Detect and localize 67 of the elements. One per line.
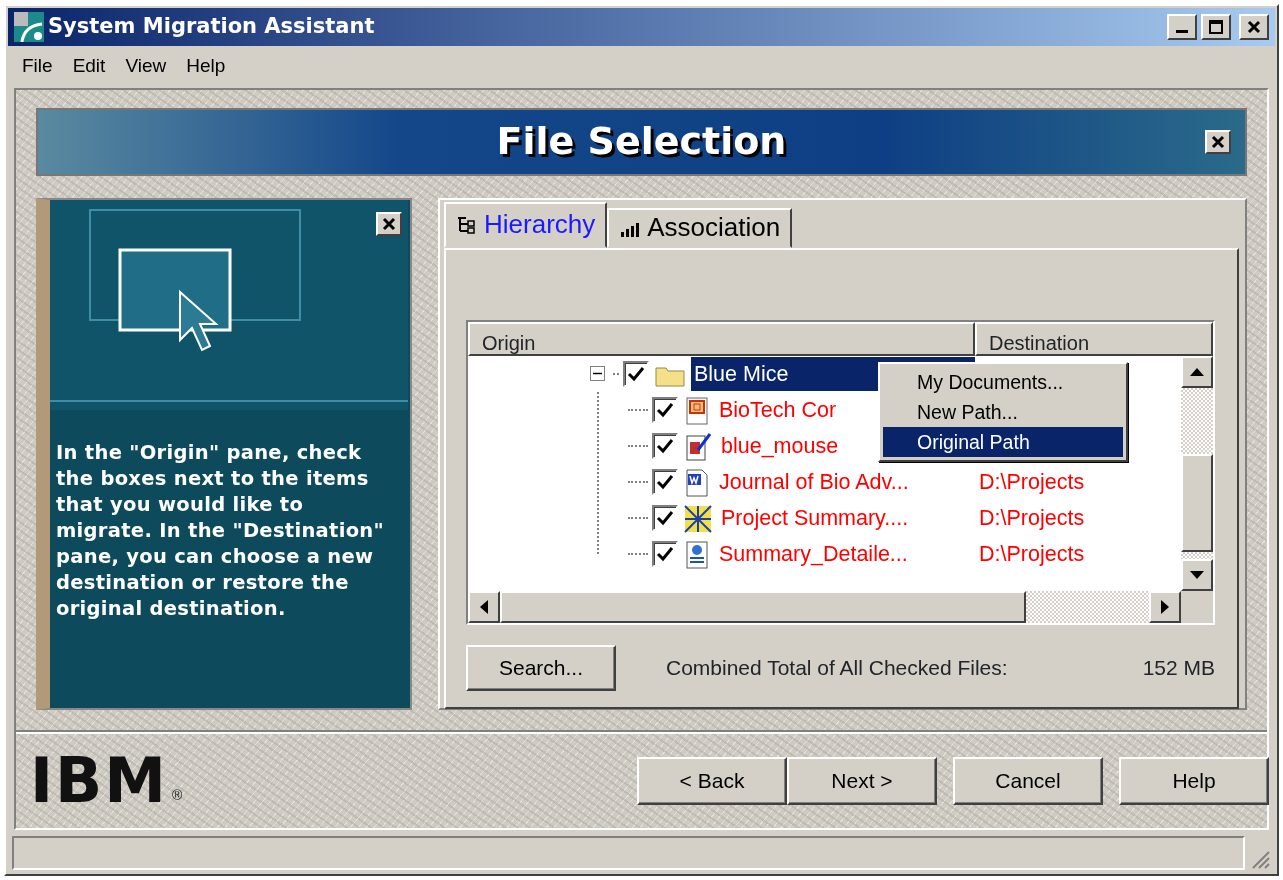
destination-path: D:\Projects <box>978 504 1085 532</box>
chart-file-icon <box>684 504 712 535</box>
banner-title: File Selection <box>496 118 787 166</box>
total-label: Combined Total of All Checked Files: <box>666 655 1008 682</box>
vertical-scrollbar[interactable] <box>1181 355 1213 591</box>
close-icon <box>1247 19 1261 34</box>
close-icon <box>1211 134 1225 149</box>
close-button[interactable] <box>1239 13 1269 40</box>
tab[interactable]: Association <box>607 207 793 248</box>
horizontal-scrollbar[interactable] <box>468 590 1181 623</box>
presentation-file-icon <box>684 396 710 427</box>
checkmark-icon <box>627 365 645 382</box>
tree-icon <box>456 214 478 235</box>
menu-item[interactable]: View <box>115 51 177 81</box>
scroll-thumb[interactable] <box>500 590 1026 623</box>
maximize-icon <box>1209 19 1223 34</box>
destination-path: D:\Projects <box>978 468 1085 496</box>
close-button[interactable] <box>376 211 402 236</box>
left-arrow-icon <box>480 599 488 614</box>
item-name[interactable]: Journal of Bio Adv... <box>716 464 912 499</box>
down-arrow-icon <box>1190 570 1204 579</box>
item-name[interactable]: Summary_Detaile... <box>716 536 911 571</box>
up-arrow-icon <box>1190 367 1204 376</box>
scroll-thumb[interactable] <box>1181 453 1213 552</box>
close-icon <box>382 216 396 231</box>
minimize-button[interactable] <box>1167 13 1197 40</box>
total-value: 152 MB <box>1142 655 1215 682</box>
checkmark-icon <box>656 509 674 526</box>
tab[interactable]: Hierarchy <box>444 201 608 248</box>
scroll-left-button[interactable] <box>468 590 500 623</box>
document-icon <box>684 468 710 499</box>
wizard-button[interactable]: Help <box>1119 756 1269 805</box>
help-text: In the "Origin" pane, check the boxes next to the items that you would like to migrate. In the "Destination" pane, you can choose a new destination or restore the original destination. <box>55 439 385 622</box>
close-button[interactable] <box>1205 129 1231 154</box>
collapse-toggle[interactable] <box>590 366 605 382</box>
scroll-down-button[interactable] <box>1181 558 1213 591</box>
column-header[interactable]: Destination <box>975 321 1213 356</box>
wizard-button[interactable]: < Back <box>637 756 787 805</box>
menu-item[interactable]: File <box>12 51 63 81</box>
drawing-file-icon <box>684 432 712 463</box>
menu-item[interactable]: New Path... <box>883 396 1123 427</box>
scrollbar-corner <box>1181 590 1213 623</box>
column-header[interactable]: Origin <box>468 321 975 356</box>
logo: IBM <box>30 749 169 812</box>
destination-path: D:\Projects <box>978 540 1085 568</box>
search-button[interactable]: Search... <box>466 644 616 691</box>
menu-item[interactable]: Edit <box>62 51 116 81</box>
scroll-right-button[interactable] <box>1149 590 1181 623</box>
checkmark-icon <box>656 473 674 490</box>
wizard-button[interactable]: Cancel <box>953 756 1103 805</box>
checkmark-icon <box>656 437 674 454</box>
item-name[interactable]: Project Summary.... <box>718 500 912 535</box>
menu-item[interactable]: Original Path <box>883 426 1123 457</box>
right-arrow-icon <box>1161 599 1169 614</box>
item-name[interactable]: BioTech Cor <box>716 392 840 427</box>
wizard-button[interactable]: Next > <box>787 756 937 805</box>
registered-mark: ® <box>172 785 183 805</box>
scroll-up-button[interactable] <box>1181 355 1213 388</box>
maximize-button[interactable] <box>1201 13 1231 40</box>
item-name[interactable]: blue_mouse <box>718 428 842 463</box>
menu-item[interactable]: Help <box>176 51 236 81</box>
minimize-icon <box>1176 29 1188 33</box>
web-page-icon <box>684 540 710 571</box>
checkmark-icon <box>656 545 674 562</box>
app-icon <box>14 11 44 42</box>
checkmark-icon <box>656 401 674 418</box>
window-title: System Migration Assistant <box>48 13 375 41</box>
